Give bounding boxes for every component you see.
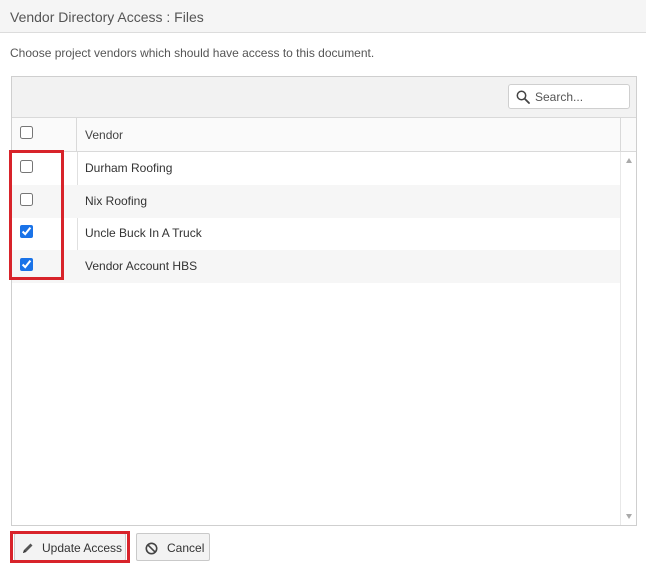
search-icon: [516, 90, 530, 104]
grid-toolbar: [12, 77, 636, 118]
row-checkbox-nix-roofing[interactable]: [20, 193, 33, 206]
pencil-icon: [23, 543, 33, 553]
search-input[interactable]: [535, 87, 625, 106]
cancel-button[interactable]: Cancel: [136, 533, 210, 561]
row-checkbox-vendor-account-hbs[interactable]: [20, 258, 33, 271]
dialog-instructions: Choose project vendors which should have…: [10, 46, 375, 60]
vertical-scrollbar[interactable]: [620, 152, 636, 525]
header-scroll-spacer: [620, 118, 636, 151]
vendor-name: Durham Roofing: [85, 161, 173, 175]
vendor-name: Uncle Buck In A Truck: [85, 226, 202, 240]
table-row[interactable]: Durham Roofing: [12, 152, 620, 185]
ban-icon: [145, 542, 158, 555]
row-checkbox-durham-roofing[interactable]: [20, 160, 33, 173]
grid-header: Vendor: [12, 118, 636, 152]
table-row[interactable]: Vendor Account HBS: [12, 250, 620, 283]
grid-body: Durham Roofing Nix Roofing Uncle Buck In…: [12, 152, 620, 525]
row-checkbox-uncle-buck[interactable]: [20, 225, 33, 238]
select-all-checkbox[interactable]: [20, 126, 33, 139]
dialog-title: Vendor Directory Access : Files: [10, 9, 204, 25]
select-all-cell: [12, 118, 77, 151]
vendor-grid: Vendor Durham Roofing Nix Roofing Uncle …: [11, 76, 637, 526]
scroll-down-arrow-icon[interactable]: [626, 514, 632, 519]
dialog-titlebar: Vendor Directory Access : Files: [0, 0, 646, 33]
vendor-access-dialog: Vendor Directory Access : Files Choose p…: [0, 0, 646, 572]
update-access-button[interactable]: Update Access: [14, 533, 126, 561]
vendor-column-header[interactable]: Vendor: [85, 128, 123, 142]
vendor-name: Nix Roofing: [85, 194, 148, 208]
update-access-label: Update Access: [42, 541, 123, 555]
cancel-label: Cancel: [167, 541, 205, 555]
scroll-up-arrow-icon[interactable]: [626, 158, 632, 163]
search-box[interactable]: [508, 84, 630, 109]
vendor-name: Vendor Account HBS: [85, 259, 198, 273]
table-row[interactable]: Nix Roofing: [12, 185, 620, 218]
table-row[interactable]: Uncle Buck In A Truck: [12, 217, 620, 250]
